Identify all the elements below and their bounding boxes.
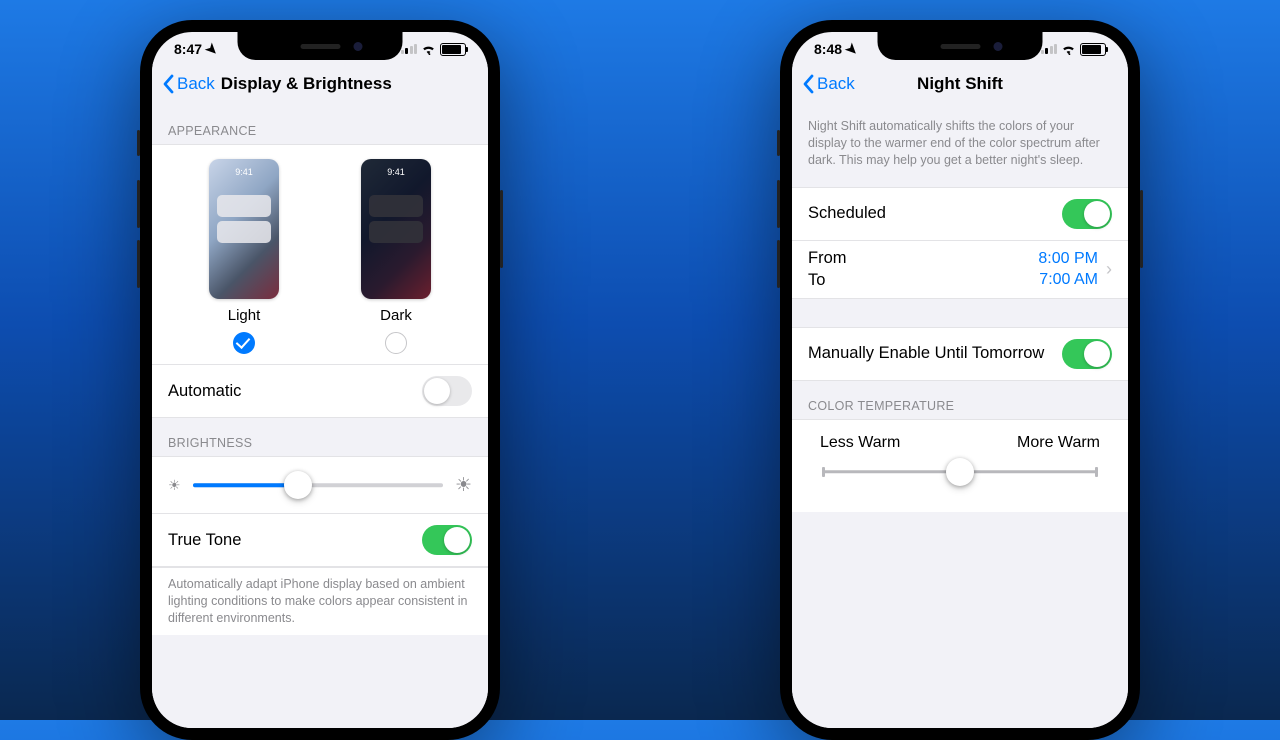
cellular-icon bbox=[1041, 44, 1058, 54]
truetone-label: True Tone bbox=[168, 531, 241, 550]
battery-icon bbox=[440, 43, 466, 56]
back-button[interactable]: Back bbox=[802, 74, 855, 94]
back-label: Back bbox=[817, 74, 855, 94]
page-title: Display & Brightness bbox=[221, 74, 392, 94]
nightshift-intro: Night Shift automatically shifts the col… bbox=[792, 106, 1128, 187]
from-label: From bbox=[808, 249, 847, 268]
chevron-left-icon bbox=[162, 74, 174, 94]
to-label: To bbox=[808, 271, 847, 290]
brightness-header: BRIGHTNESS bbox=[152, 418, 488, 456]
scheduled-toggle[interactable] bbox=[1062, 199, 1112, 229]
status-time: 8:48 bbox=[814, 41, 842, 57]
notch bbox=[878, 32, 1043, 60]
sun-large-icon: ☀︎ bbox=[455, 474, 472, 497]
chevron-right-icon: › bbox=[1106, 259, 1112, 280]
colortemp-header: COLOR TEMPERATURE bbox=[792, 381, 1128, 419]
light-radio[interactable] bbox=[233, 332, 255, 354]
from-value: 8:00 PM bbox=[1038, 250, 1098, 268]
phone-night-shift: 8:48 ➤ Back Night Shift Night Shif bbox=[780, 20, 1140, 740]
manual-enable-label: Manually Enable Until Tomorrow bbox=[808, 344, 1044, 363]
brightness-slider[interactable] bbox=[193, 471, 443, 499]
side-button[interactable] bbox=[500, 190, 503, 268]
light-label: Light bbox=[228, 307, 261, 324]
truetone-desc: Automatically adapt iPhone display based… bbox=[152, 567, 488, 635]
back-label: Back bbox=[177, 74, 215, 94]
page-title: Night Shift bbox=[917, 74, 1003, 94]
automatic-toggle[interactable] bbox=[422, 376, 472, 406]
to-value: 7:00 AM bbox=[1039, 271, 1098, 289]
status-time: 8:47 bbox=[174, 41, 202, 57]
manual-enable-row: Manually Enable Until Tomorrow bbox=[792, 328, 1128, 380]
dark-preview: 9:41 bbox=[361, 159, 431, 299]
scheduled-label: Scheduled bbox=[808, 204, 886, 223]
dark-radio[interactable] bbox=[385, 332, 407, 354]
notch bbox=[238, 32, 403, 60]
automatic-label: Automatic bbox=[168, 382, 241, 401]
manual-enable-toggle[interactable] bbox=[1062, 339, 1112, 369]
battery-icon bbox=[1080, 43, 1106, 56]
appearance-group: 9:41 Light 9:41 Dark bbox=[152, 144, 488, 365]
light-preview: 9:41 bbox=[209, 159, 279, 299]
nav-bar: Back Night Shift bbox=[792, 62, 1128, 107]
wifi-icon bbox=[1061, 43, 1076, 55]
sun-small-icon: ☀︎ bbox=[168, 477, 181, 494]
nav-bar: Back Display & Brightness bbox=[152, 62, 488, 107]
side-button[interactable] bbox=[1140, 190, 1143, 268]
phone-display-brightness: 8:47 ➤ Back Display & Brightness A bbox=[140, 20, 500, 740]
dark-label: Dark bbox=[380, 307, 412, 324]
appearance-dark-option[interactable]: 9:41 Dark bbox=[361, 159, 431, 354]
brightness-slider-row: ☀︎ ☀︎ bbox=[152, 456, 488, 514]
less-warm-label: Less Warm bbox=[820, 434, 900, 452]
appearance-header: APPEARANCE bbox=[152, 106, 488, 144]
location-icon: ➤ bbox=[202, 39, 222, 59]
automatic-row: Automatic bbox=[152, 365, 488, 418]
cellular-icon bbox=[401, 44, 418, 54]
more-warm-label: More Warm bbox=[1017, 434, 1100, 452]
scheduled-row: Scheduled bbox=[792, 188, 1128, 241]
colortemp-labels: Less Warm More Warm bbox=[792, 420, 1128, 454]
colortemp-slider[interactable] bbox=[822, 458, 1098, 486]
truetone-row: True Tone bbox=[152, 514, 488, 567]
wifi-icon bbox=[421, 43, 436, 55]
location-icon: ➤ bbox=[842, 39, 862, 59]
chevron-left-icon bbox=[802, 74, 814, 94]
schedule-row[interactable]: From To 8:00 PM 7:00 AM › bbox=[792, 241, 1128, 298]
appearance-light-option[interactable]: 9:41 Light bbox=[209, 159, 279, 354]
back-button[interactable]: Back bbox=[162, 74, 215, 94]
truetone-toggle[interactable] bbox=[422, 525, 472, 555]
